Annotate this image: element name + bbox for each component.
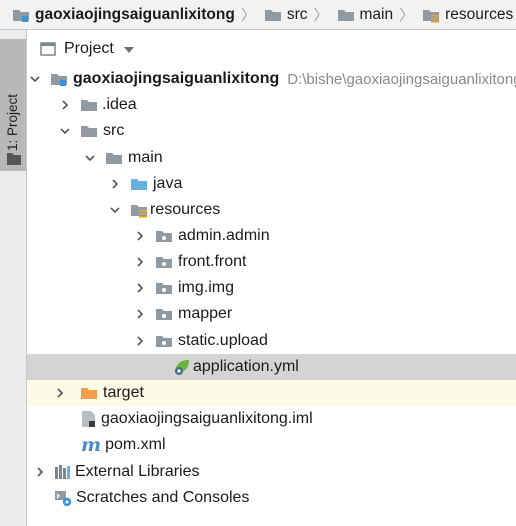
package-folder-icon bbox=[155, 306, 173, 322]
tree-node-src[interactable]: src bbox=[27, 118, 516, 144]
project-tool-tab[interactable]: 1: Project bbox=[0, 39, 26, 171]
chevron-right-icon[interactable] bbox=[132, 308, 148, 320]
tree-node-admin-label: admin.admin bbox=[178, 227, 270, 244]
chevron-right-icon[interactable] bbox=[107, 178, 123, 190]
chevron-right-icon: 〉 bbox=[313, 7, 329, 24]
breadcrumb-resources[interactable]: resources bbox=[414, 0, 514, 29]
tree-node-img-label: img.img bbox=[178, 279, 235, 296]
package-folder-icon bbox=[155, 333, 173, 349]
tree-node-java[interactable]: java bbox=[27, 171, 516, 197]
tree-node-root-path: D:\bishe\gaoxiaojingsaiguanlixitong bbox=[287, 70, 516, 88]
tree-node-front[interactable]: front.front bbox=[27, 249, 516, 275]
breadcrumb-resources-label: resources bbox=[445, 5, 514, 23]
module-folder-icon bbox=[12, 7, 30, 23]
maven-icon: m bbox=[81, 434, 102, 456]
chevron-down-icon[interactable] bbox=[82, 152, 98, 164]
chevron-right-icon: 〉 bbox=[240, 7, 256, 24]
tree-node-target[interactable]: target bbox=[27, 380, 516, 406]
tree-node-iml-label: gaoxiaojingsaiguanlixitong.iml bbox=[101, 410, 313, 427]
project-view-title: Project bbox=[64, 40, 114, 57]
tree-node-src-label: src bbox=[103, 122, 125, 139]
module-file-icon bbox=[81, 410, 97, 428]
tree-node-img[interactable]: img.img bbox=[27, 275, 516, 301]
folder-icon bbox=[80, 97, 98, 113]
tree-node-pom-label: pom.xml bbox=[105, 436, 166, 453]
tree-node-front-label: front.front bbox=[178, 253, 247, 270]
breadcrumb-project-label: gaoxiaojingsaiguanlixitong bbox=[35, 5, 235, 23]
breadcrumb-src-label: src bbox=[286, 5, 308, 23]
package-folder-icon bbox=[155, 280, 173, 296]
spring-config-icon bbox=[173, 358, 191, 376]
chevron-down-icon[interactable] bbox=[57, 125, 73, 137]
tree-node-idea[interactable]: .idea bbox=[27, 92, 516, 118]
tree-node-scratches[interactable]: Scratches and Consoles bbox=[27, 485, 516, 511]
tree-node-pom[interactable]: m pom.xml bbox=[27, 432, 516, 458]
project-icon bbox=[40, 41, 56, 57]
folder-icon bbox=[264, 7, 282, 23]
folder-icon bbox=[7, 152, 21, 165]
tree-node-external-libraries[interactable]: External Libraries bbox=[27, 459, 516, 485]
chevron-right-icon[interactable] bbox=[132, 282, 148, 294]
tree-node-main[interactable]: main bbox=[27, 145, 516, 171]
excluded-folder-icon bbox=[80, 385, 98, 401]
package-folder-icon bbox=[155, 228, 173, 244]
folder-icon bbox=[105, 150, 123, 166]
tree-node-mapper-label: mapper bbox=[178, 305, 233, 322]
tree-node-static-label: static.upload bbox=[178, 332, 268, 349]
tree-node-application-yml[interactable]: application.yml bbox=[27, 354, 516, 380]
tree-node-static[interactable]: static.upload bbox=[27, 328, 516, 354]
resources-folder-icon bbox=[130, 202, 148, 218]
tool-window-stripe: 1: Project bbox=[0, 30, 27, 526]
folder-icon bbox=[80, 123, 98, 139]
chevron-right-icon[interactable] bbox=[132, 335, 148, 347]
chevron-right-icon[interactable] bbox=[132, 256, 148, 268]
libraries-icon bbox=[54, 464, 72, 480]
tree-node-iml[interactable]: gaoxiaojingsaiguanlixitong.iml bbox=[27, 406, 516, 432]
chevron-down-icon[interactable] bbox=[107, 204, 123, 216]
tree-node-application-yml-label: application.yml bbox=[193, 358, 299, 375]
tree-node-main-label: main bbox=[128, 149, 163, 166]
chevron-down-icon[interactable] bbox=[123, 47, 134, 53]
breadcrumb-main[interactable]: main bbox=[329, 0, 394, 29]
tree-node-external-libraries-label: External Libraries bbox=[75, 463, 200, 480]
navigation-bar: gaoxiaojingsaiguanlixitong 〉 src 〉 main … bbox=[0, 0, 516, 30]
breadcrumb-project[interactable]: gaoxiaojingsaiguanlixitong bbox=[0, 0, 235, 29]
tree-node-target-label: target bbox=[103, 384, 144, 401]
project-view-header: Project bbox=[27, 35, 516, 63]
tree-node-root-label: gaoxiaojingsaiguanlixitong bbox=[73, 70, 280, 87]
chevron-right-icon[interactable] bbox=[132, 230, 148, 242]
tree-node-idea-label: .idea bbox=[102, 96, 137, 114]
module-folder-icon bbox=[50, 71, 68, 87]
tree-node-root[interactable]: gaoxiaojingsaiguanlixitong D:\bishe\gaox… bbox=[27, 66, 516, 92]
breadcrumb-src[interactable]: src bbox=[256, 0, 308, 29]
scratches-icon bbox=[54, 489, 72, 507]
breadcrumb-main-label: main bbox=[359, 5, 394, 23]
tree-node-scratches-label: Scratches and Consoles bbox=[76, 489, 250, 506]
tree-node-java-label: java bbox=[153, 175, 183, 192]
chevron-right-icon: 〉 bbox=[399, 7, 415, 24]
tree-node-resources-label: resources bbox=[150, 201, 221, 218]
chevron-right-icon[interactable] bbox=[57, 99, 73, 111]
tree-node-resources[interactable]: resources bbox=[27, 197, 516, 223]
chevron-right-icon[interactable] bbox=[32, 466, 48, 478]
resources-folder-icon bbox=[422, 7, 440, 23]
folder-icon bbox=[337, 7, 355, 23]
chevron-right-icon[interactable] bbox=[52, 387, 68, 399]
tree-node-admin[interactable]: admin.admin bbox=[27, 223, 516, 249]
tree-node-idea-name: idea bbox=[106, 96, 137, 113]
package-folder-icon bbox=[155, 254, 173, 270]
project-tool-tab-label: 1: Project bbox=[5, 93, 20, 151]
source-folder-icon bbox=[130, 176, 148, 192]
chevron-down-icon[interactable] bbox=[27, 73, 43, 85]
tree-node-mapper[interactable]: mapper bbox=[27, 301, 516, 327]
